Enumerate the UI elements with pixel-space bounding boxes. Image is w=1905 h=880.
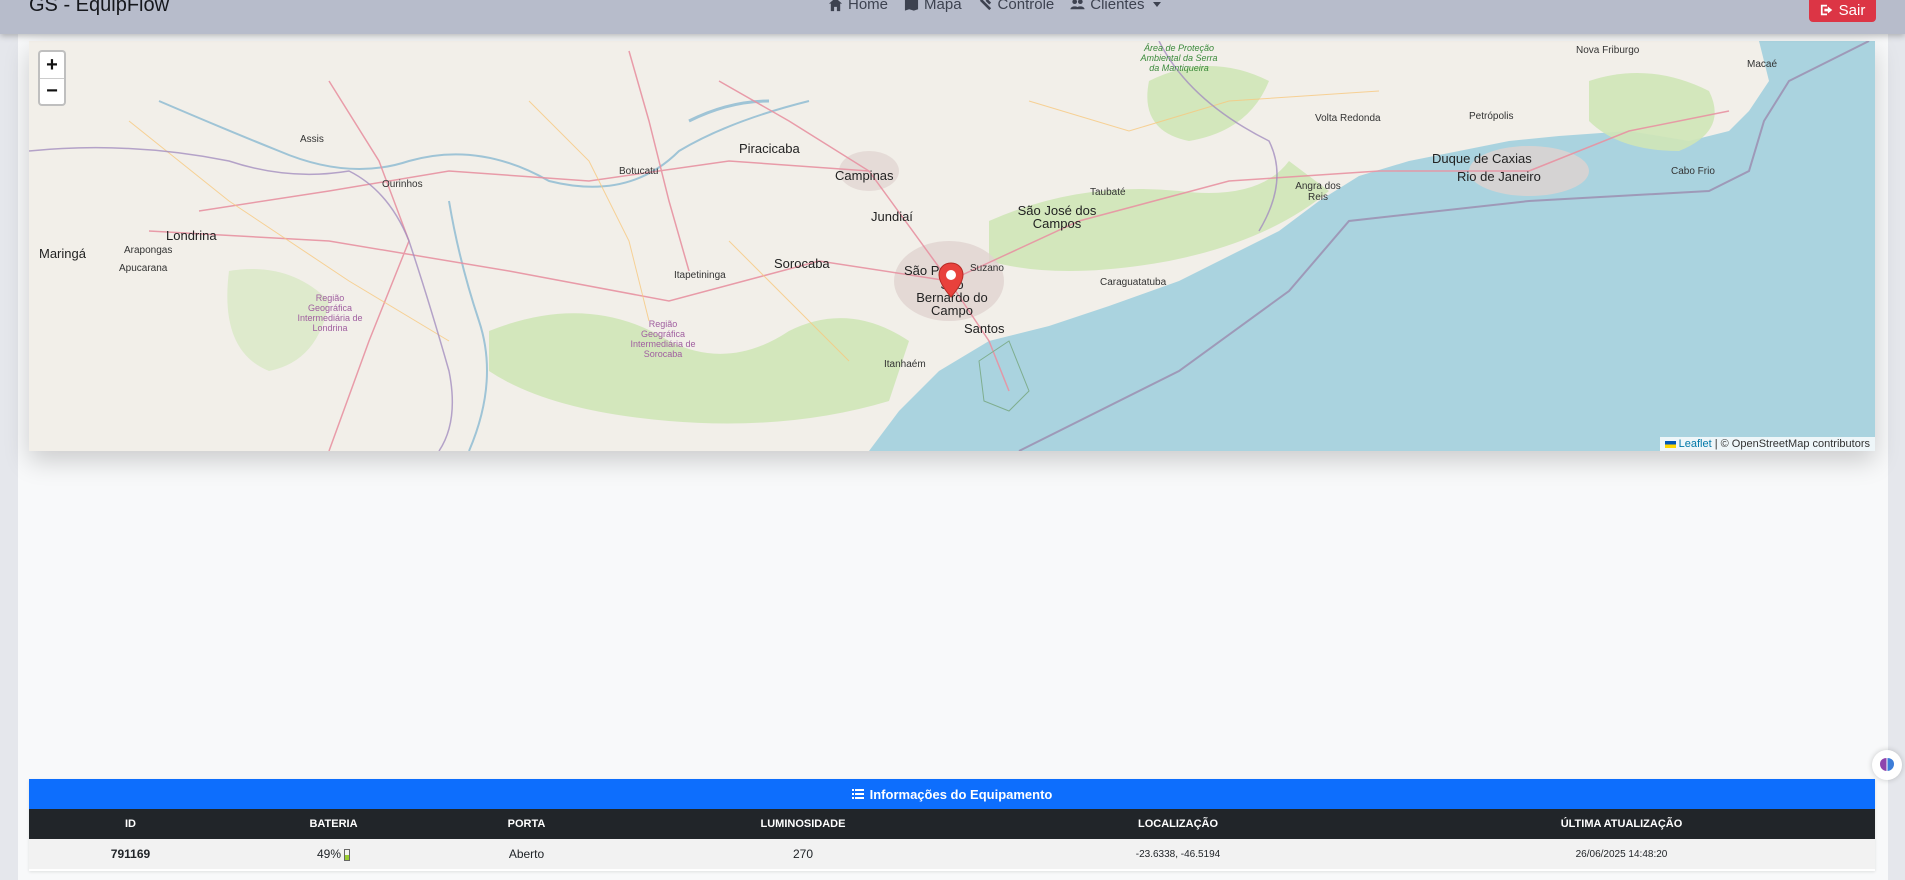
zoom-in-button[interactable]: + <box>40 52 64 78</box>
floating-assistant-button[interactable] <box>1872 750 1902 780</box>
nav-links: Home Mapa Controle Clientes <box>828 0 1162 13</box>
map-label-regiao-londrina: Região Geográfica Intermediária de Londr… <box>297 293 363 333</box>
sign-out-icon <box>1820 4 1832 16</box>
list-icon <box>851 789 864 799</box>
map-label-macae: Macaé <box>1747 59 1778 70</box>
map-label-londrina: Londrina <box>166 228 217 243</box>
zoom-control: + − <box>38 50 66 106</box>
leaflet-link[interactable]: Leaflet <box>1679 438 1712 450</box>
tools-icon <box>979 0 991 11</box>
map-label-petropolis: Petrópolis <box>1469 111 1514 122</box>
navbar: GS - EquipFlow Home Mapa Controle Client… <box>0 0 1905 34</box>
map-label-taubate: Taubaté <box>1090 187 1126 198</box>
header-id: ID <box>125 818 136 830</box>
cell-location: -23.6338, -46.5194 <box>1135 848 1221 860</box>
nav-control-label: Controle <box>997 0 1055 13</box>
nav-clients-label: Clientes <box>1090 0 1145 13</box>
cell-door: Aberto <box>508 847 545 861</box>
map-label-cabo-frio: Cabo Frio <box>1671 166 1715 177</box>
map-label-piracicaba: Piracicaba <box>739 141 800 156</box>
map-label-caraguatatuba: Caraguatatuba <box>1100 277 1167 288</box>
table-header: ID BATERIA PORTA LUMINOSIDADE LOCALIZAÇÃ… <box>29 809 1875 839</box>
map-label-campinas: Campinas <box>835 168 894 183</box>
map-label-nova-friburgo: Nova Friburgo <box>1576 45 1640 56</box>
battery-value: 49% <box>316 847 342 861</box>
cell-battery: 49% <box>232 847 435 861</box>
map-label-sorocaba: Sorocaba <box>774 256 830 271</box>
osm-attribution: | © OpenStreetMap contributors <box>1711 438 1870 450</box>
map-label-ourinhos: Ourinhos <box>382 179 423 190</box>
map-label-volta-redonda: Volta Redonda <box>1315 113 1381 124</box>
nav-clients-dropdown[interactable]: Clientes <box>1070 0 1162 13</box>
map-label-suzano: Suzano <box>970 263 1004 274</box>
map-label-rio: Rio de Janeiro <box>1457 169 1541 184</box>
location-marker-icon[interactable] <box>938 262 964 298</box>
equipment-panel-header: Informações do Equipamento <box>29 779 1875 809</box>
map-label-angra: Angra dos Reis <box>1295 181 1341 203</box>
map-label-itanhaem: Itanhaém <box>884 359 926 370</box>
header-location: LOCALIZAÇÃO <box>1137 818 1219 830</box>
app-brand[interactable]: GS - EquipFlow <box>29 0 169 17</box>
logout-button[interactable]: Sair <box>1809 0 1876 22</box>
map-label-regiao-sorocaba: Região Geográfica Intermediária de Soroc… <box>630 319 696 359</box>
map-label-maringa: Maringá <box>39 246 86 261</box>
header-last-update: ÚLTIMA ATUALIZAÇÃO <box>1560 818 1683 830</box>
chevron-down-icon <box>1153 2 1162 7</box>
nav-home[interactable]: Home <box>828 0 888 13</box>
map-label-duque-de-caxias: Duque de Caxias <box>1432 151 1532 166</box>
map-label-arapongas: Arapongas <box>124 245 173 256</box>
map-view[interactable]: São Pa São Bernardo do Campo Santos Camp… <box>29 41 1875 451</box>
nav-home-label: Home <box>848 0 889 13</box>
users-icon <box>1070 0 1085 10</box>
map-label-jundiai: Jundiaí <box>871 209 913 224</box>
logout-label: Sair <box>1838 1 1866 19</box>
map-label-apa-mantiqueira: Área de Proteção Ambiental da Serra da M… <box>1140 43 1218 73</box>
cell-last-update: 26/06/2025 14:48:20 <box>1575 848 1668 860</box>
cell-id: 791169 <box>110 847 151 861</box>
nav-map-label: Mapa <box>924 0 962 13</box>
ukraine-flag-icon <box>1664 440 1676 448</box>
equipment-panel: Informações do Equipamento ID BATERIA PO… <box>29 779 1875 871</box>
map-attribution: Leaflet | © OpenStreetMap contributors <box>1659 437 1875 451</box>
map-label-itapetininga: Itapetininga <box>674 270 726 281</box>
nav-map[interactable]: Mapa <box>904 0 962 13</box>
map-icon <box>904 0 919 11</box>
map-label-botucatu: Botucatu <box>619 166 659 177</box>
map-label-sao-jose: São José dos Campos <box>1017 203 1097 231</box>
cell-luminosity: 270 <box>792 847 814 861</box>
map-tiles <box>29 41 1875 451</box>
battery-icon <box>344 848 351 861</box>
equipment-panel-title: Informações do Equipamento <box>869 786 1053 802</box>
map-label-assis: Assis <box>300 134 324 145</box>
header-luminosity: LUMINOSIDADE <box>760 818 846 830</box>
nav-control[interactable]: Controle <box>978 0 1055 13</box>
header-door: PORTA <box>507 818 546 830</box>
table-row: 791169 49% Aberto 270 -23.6338, -46.5194… <box>29 839 1875 869</box>
map-label-santos: Santos <box>964 321 1005 336</box>
header-battery: BATERIA <box>309 818 358 830</box>
zoom-out-button[interactable]: − <box>40 78 64 104</box>
home-icon <box>828 0 843 12</box>
map-label-apucarana: Apucarana <box>119 263 168 274</box>
brain-icon <box>1880 758 1894 771</box>
